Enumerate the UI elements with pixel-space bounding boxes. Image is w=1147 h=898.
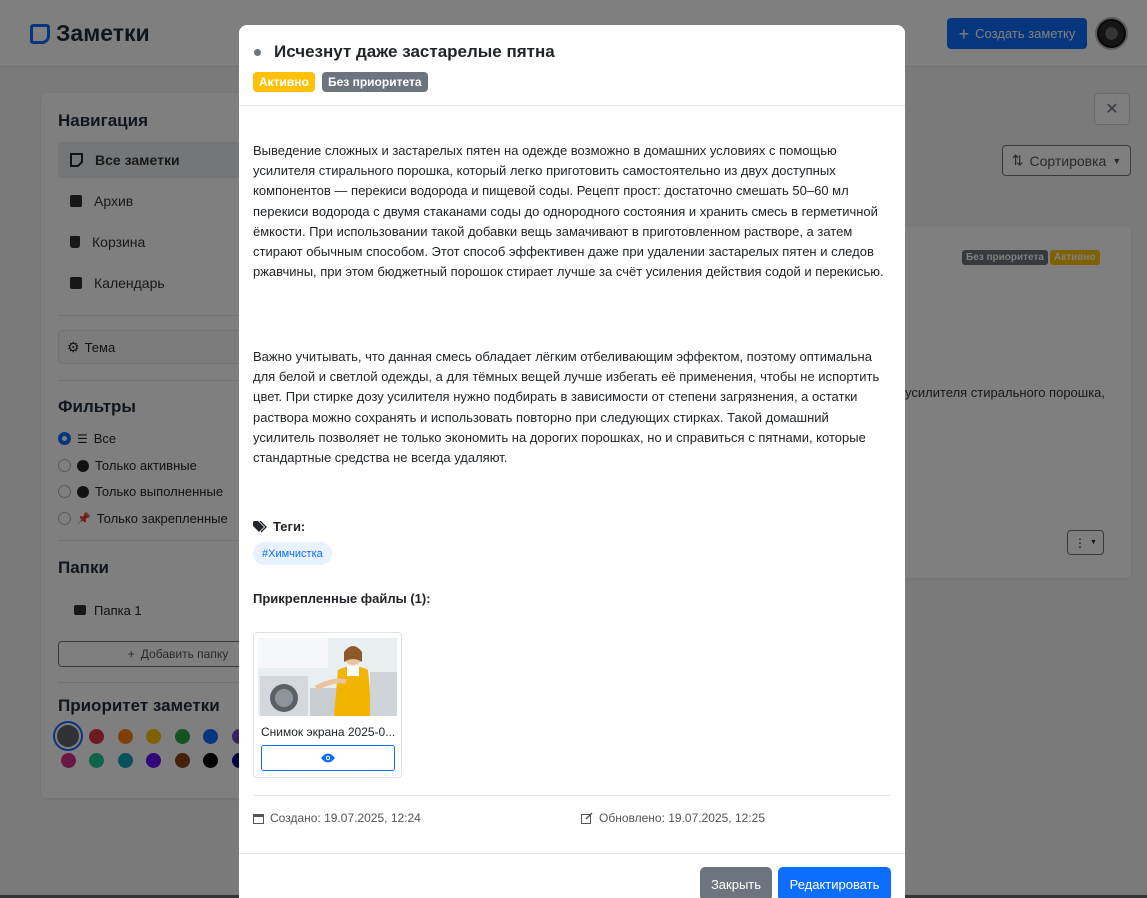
attachment-card: Снимок экрана 2025-0... xyxy=(253,632,402,778)
attachment-name: Снимок экрана 2025-0... xyxy=(261,725,396,739)
modal-title: Исчезнут даже застарелые пятна xyxy=(274,42,555,61)
priority-badge: Без приоритета xyxy=(322,72,428,92)
note-modal: Исчезнут даже застарелые пятна Активно Б… xyxy=(239,25,905,898)
modal-footer-divider xyxy=(239,853,905,854)
status-badge: Активно xyxy=(253,72,315,92)
divider xyxy=(253,795,891,796)
updated-text: Обновлено: 19.07.2025, 12:25 xyxy=(599,811,766,825)
created-meta: Создано: 19.07.2025, 12:24 xyxy=(253,811,421,825)
tags-section-label: Теги: xyxy=(253,519,305,534)
tag-chip[interactable]: #Химчистка xyxy=(253,542,332,565)
files-label: Прикрепленные файлы (1): xyxy=(253,591,431,606)
bullet-icon xyxy=(254,49,261,56)
close-button[interactable]: Закрыть xyxy=(700,867,772,898)
note-paragraph: Важно учитывать, что данная смесь облада… xyxy=(253,349,880,466)
eye-icon xyxy=(321,753,335,763)
edit-icon xyxy=(581,812,593,824)
tags-icon xyxy=(253,520,267,532)
updated-meta: Обновлено: 19.07.2025, 12:25 xyxy=(581,811,765,825)
created-text: Создано: 19.07.2025, 12:24 xyxy=(270,811,421,825)
attachment-thumbnail[interactable] xyxy=(258,638,397,716)
view-attachment-button[interactable] xyxy=(261,745,395,771)
note-paragraph: Выведение сложных и застарелых пятен на … xyxy=(253,143,884,280)
tags-label: Теги: xyxy=(273,519,306,534)
modal-header: Исчезнут даже застарелые пятна Активно Б… xyxy=(239,25,905,106)
calendar-icon xyxy=(253,813,264,824)
edit-button[interactable]: Редактировать xyxy=(778,867,891,898)
